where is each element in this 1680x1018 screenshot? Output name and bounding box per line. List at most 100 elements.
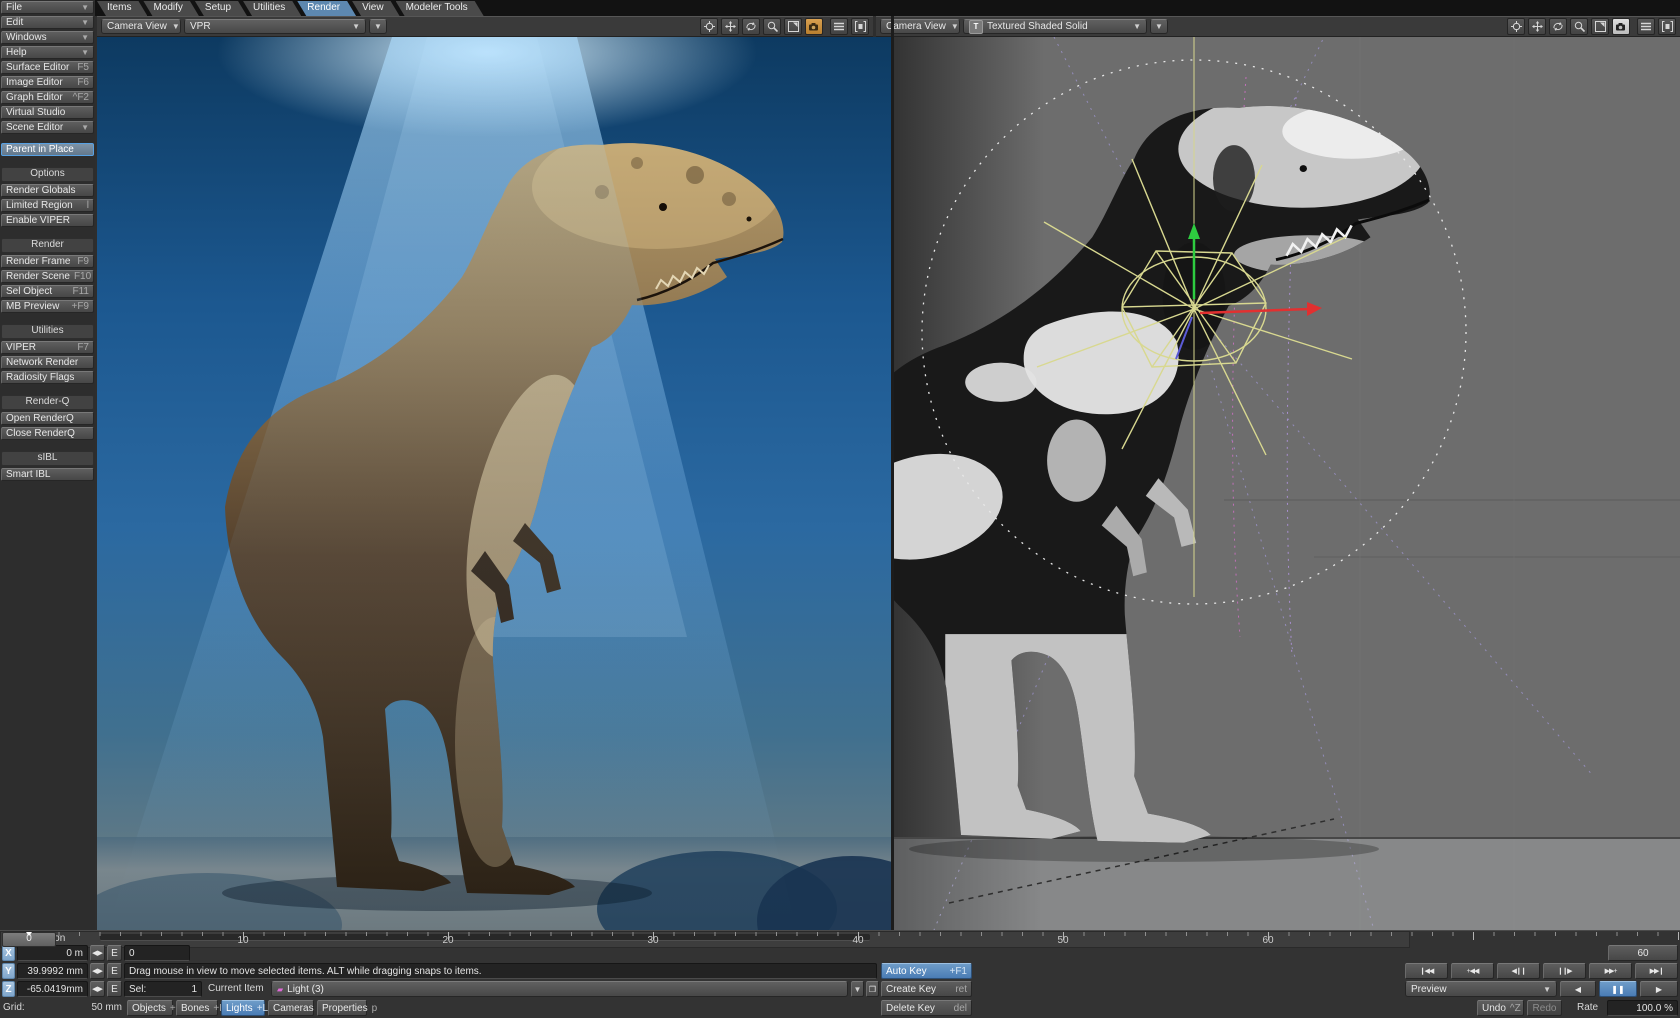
zoom-icon[interactable] [1570,18,1588,35]
position-z-field[interactable]: -65.0419mm [17,981,88,997]
render-frame-button[interactable]: Render FrameF9 [1,255,94,268]
pan-icon[interactable] [721,18,739,35]
current-frame-field[interactable]: 0 [124,945,190,961]
center-item-icon[interactable] [700,18,718,35]
left-view-type-dropdown[interactable]: Camera View▼ [101,19,181,34]
item-list-dropdown-button[interactable]: ▼ [851,981,864,997]
right-shading-dropdown[interactable]: T Textured Shaded Solid▼ [963,19,1147,34]
virtual-studio-button[interactable]: Virtual Studio [1,106,94,119]
step-back-button[interactable]: ◀❙❙ [1497,963,1540,979]
open-renderq-button[interactable]: Open RenderQ [1,412,94,425]
item-tab-objects[interactable]: Objects+O [127,1000,173,1016]
item-picker-button[interactable]: ❒ [866,981,879,997]
scene-editor-button[interactable]: Scene Editor▼ [1,121,94,134]
current-item-dropdown[interactable]: ▰ Light (3) [271,981,848,997]
create-key-button[interactable]: Create Keyret [881,981,972,997]
axis-x-toggle[interactable]: X [2,945,15,961]
maximize-icon[interactable] [1591,18,1609,35]
timeline-slider-handle[interactable]: 0 [2,932,56,947]
right-viewport-options-dropdown[interactable]: ▼ [1150,19,1168,34]
tab-setup[interactable]: Setup [195,1,247,16]
tab-view[interactable]: View [352,1,400,16]
left-shading-dropdown[interactable]: VPR▼ [184,19,366,34]
limited-region-button[interactable]: Limited Regionl [1,199,94,212]
go-to-end-button[interactable]: ▶▶❙ [1635,963,1678,979]
chevron-down-icon: ▼ [77,2,89,13]
parent-in-place-button[interactable]: Parent in Place [1,143,94,156]
timeline-tick-label: 50 [1057,935,1068,946]
close-renderq-button[interactable]: Close RenderQ [1,427,94,440]
mb-preview-button[interactable]: MB Preview+F9 [1,300,94,313]
properties-button[interactable]: Propertiesp [317,1000,367,1016]
left-viewport-options-dropdown[interactable]: ▼ [369,19,387,34]
undo-button[interactable]: Undo^Z [1477,1000,1524,1016]
tab-modify[interactable]: Modify [143,1,198,16]
item-tab-cameras[interactable]: Cameras+C [268,1000,314,1016]
envelope-y-button[interactable]: E [107,963,122,979]
surface-editor-button[interactable]: Surface EditorF5 [1,61,94,74]
nudge-z-button[interactable]: ◀▶ [90,981,105,997]
nudge-y-button[interactable]: ◀▶ [90,963,105,979]
play-button[interactable]: ▶ [1640,981,1678,997]
sel-object-button[interactable]: Sel ObjectF11 [1,285,94,298]
position-x-field[interactable]: 0 m [17,945,88,961]
tab-utilities[interactable]: Utilities [243,1,301,16]
axis-z-toggle[interactable]: Z [2,981,15,997]
image-editor-button[interactable]: Image EditorF6 [1,76,94,89]
item-tab-bones[interactable]: Bones+B [176,1000,218,1016]
frame-marker-icon [26,932,32,939]
camera-icon[interactable] [1612,18,1630,35]
nudge-x-button[interactable]: ◀▶ [90,945,105,961]
menu-windows[interactable]: Windows▼ [1,31,94,44]
graph-editor-button[interactable]: Graph Editor^F2 [1,91,94,104]
item-tab-lights[interactable]: Lights+L [221,1000,265,1016]
tab-modeler-tools[interactable]: Modeler Tools [396,1,484,16]
zoom-icon[interactable] [763,18,781,35]
menu-file[interactable]: File▼ [1,1,94,14]
center-item-icon[interactable] [1507,18,1525,35]
menu-help[interactable]: Help▼ [1,46,94,59]
right-viewport-shaded[interactable] [894,37,1680,930]
rotate-icon[interactable] [1549,18,1567,35]
divider [1,315,94,322]
maximize-icon[interactable] [784,18,802,35]
menu-edit[interactable]: Edit▼ [1,16,94,29]
pause-button[interactable]: ❚❚ [1599,981,1637,997]
envelope-x-button[interactable]: E [107,945,122,961]
viper-button[interactable]: VIPERF7 [1,341,94,354]
rate-field[interactable]: 100.0 % [1607,1000,1678,1016]
tab-render[interactable]: Render [297,1,356,16]
pan-icon[interactable] [1528,18,1546,35]
go-to-start-button[interactable]: ❙◀◀ [1405,963,1448,979]
viewport-layout-icon[interactable] [1658,18,1676,35]
end-frame-field[interactable]: 60 [1608,945,1678,961]
menu-icon[interactable] [830,18,848,35]
camera-icon[interactable] [805,18,823,35]
radiosity-flags-button[interactable]: Radiosity Flags [1,371,94,384]
tab-items[interactable]: Items [97,1,147,16]
enable-viper-button[interactable]: Enable VIPER [1,214,94,227]
step-forward-button[interactable]: ❙❙▶ [1543,963,1586,979]
redo-button[interactable]: Redo [1527,1000,1562,1016]
play-reverse-button[interactable]: ◀ [1560,981,1596,997]
left-viewport-vpr-render[interactable] [97,37,891,930]
smart-ibl-button[interactable]: Smart IBL [1,468,94,481]
delete-key-button[interactable]: Delete Keydel [881,1000,972,1016]
section-options: Options [1,167,94,182]
auto-key-button[interactable]: Auto Key+F1 [881,963,972,979]
render-globals-button[interactable]: Render Globals [1,184,94,197]
selection-count-field[interactable]: Sel:1 [124,981,202,997]
menu-icon[interactable] [1637,18,1655,35]
next-key-button[interactable]: ▶▶+ [1589,963,1632,979]
render-scene-button[interactable]: Render SceneF10 [1,270,94,283]
left-viewport-header: Camera View▼ VPR▼ ▼ [97,16,873,37]
network-render-button[interactable]: Network Render [1,356,94,369]
axis-y-toggle[interactable]: Y [2,963,15,979]
previous-key-button[interactable]: +◀◀ [1451,963,1494,979]
rotate-icon[interactable] [742,18,760,35]
envelope-z-button[interactable]: E [107,981,122,997]
preview-dropdown[interactable]: Preview▼ [1405,981,1557,997]
position-y-field[interactable]: 39.9992 mm [17,963,88,979]
timeline-ruler[interactable]: 10 20 30 40 50 60 0 [0,931,1410,948]
viewport-layout-icon[interactable] [851,18,869,35]
